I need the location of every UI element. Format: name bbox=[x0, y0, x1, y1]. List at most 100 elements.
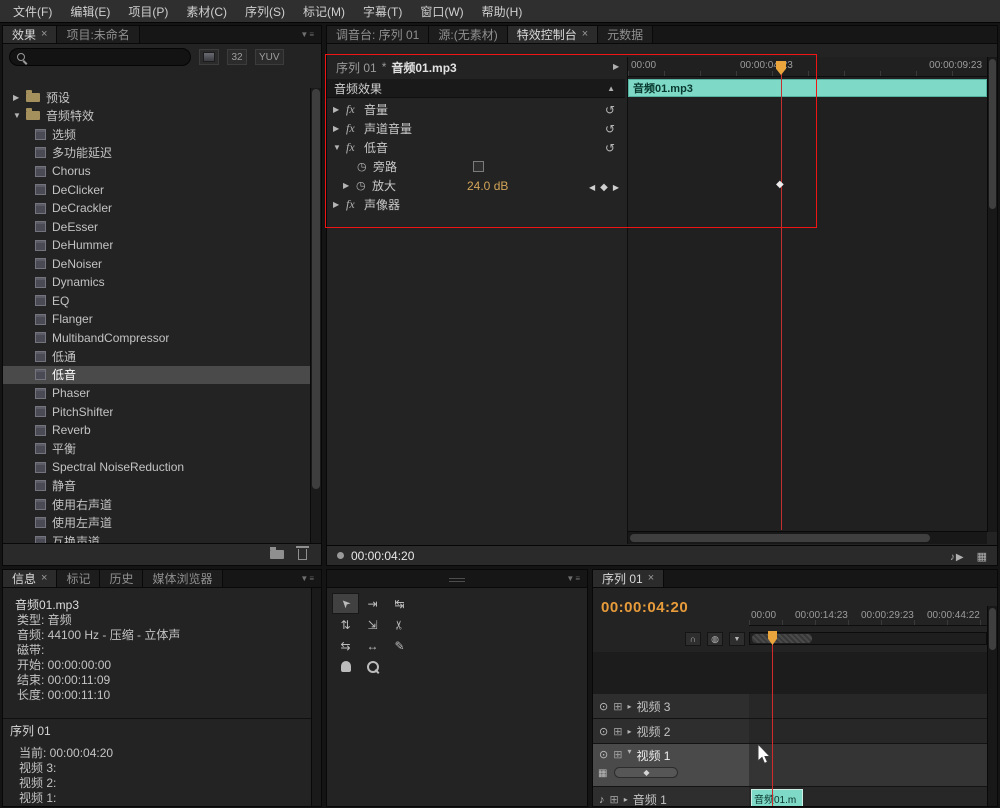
timeline-ruler[interactable]: 00:00 00:00:14:23 00:00:29:23 00:00:44:2… bbox=[749, 606, 987, 626]
effects-tree-item[interactable]: DeCrackler bbox=[3, 199, 310, 218]
scrollbar-thumb[interactable] bbox=[312, 89, 320, 489]
ripple-edit-tool[interactable] bbox=[386, 593, 413, 614]
filter-32bit-button[interactable]: 32 bbox=[227, 49, 247, 65]
close-icon[interactable] bbox=[582, 29, 588, 40]
slip-tool[interactable] bbox=[332, 635, 359, 656]
disclosure-triangle-icon[interactable] bbox=[333, 105, 346, 114]
current-time[interactable]: 00:00:04:20 bbox=[351, 549, 414, 563]
tab-project[interactable]: 项目:未命名 bbox=[57, 26, 139, 43]
toggle-animation-icon[interactable] bbox=[356, 179, 372, 192]
horizontal-scrollbar[interactable] bbox=[628, 531, 987, 544]
work-area-segment[interactable] bbox=[752, 634, 812, 643]
effects-tree-item[interactable]: 音频特效 bbox=[3, 107, 310, 126]
menu-item[interactable]: 编辑(E) bbox=[61, 0, 119, 23]
work-area-bar[interactable] bbox=[749, 632, 987, 645]
tab-effect-controls[interactable]: 特效控制台 bbox=[508, 26, 598, 43]
sync-lock-icon[interactable] bbox=[613, 747, 622, 761]
audio-clip[interactable]: 音频01.m bbox=[751, 789, 803, 806]
pen-tool[interactable] bbox=[386, 635, 413, 656]
tab-info[interactable]: 信息 bbox=[3, 570, 57, 587]
fx-icon[interactable]: fx bbox=[346, 140, 364, 155]
tab-media-browser[interactable]: 媒体浏览器 bbox=[143, 570, 222, 587]
disclosure-triangle-icon[interactable] bbox=[627, 727, 631, 736]
tab-markers[interactable]: 标记 bbox=[57, 570, 100, 587]
reset-icon[interactable] bbox=[605, 103, 615, 117]
delete-icon[interactable] bbox=[298, 549, 307, 560]
effects-tree-item[interactable]: 低音 bbox=[3, 366, 310, 385]
razor-tool[interactable] bbox=[386, 614, 413, 635]
zoom-tool[interactable] bbox=[359, 656, 386, 677]
fx-icon[interactable]: fx bbox=[346, 121, 364, 136]
disclosure-triangle-icon[interactable] bbox=[333, 200, 346, 209]
param-value[interactable]: 24.0 dB bbox=[467, 179, 508, 193]
effects-tree-item[interactable]: EQ bbox=[3, 292, 310, 311]
effects-tree-item[interactable]: 多功能延迟 bbox=[3, 144, 310, 163]
menu-item[interactable]: 标记(M) bbox=[294, 0, 354, 23]
track-header[interactable]: 视频 1 bbox=[593, 744, 749, 787]
vertical-scrollbar[interactable] bbox=[987, 57, 997, 532]
tab-metadata[interactable]: 元数据 bbox=[598, 26, 653, 43]
menu-item[interactable]: 字幕(T) bbox=[354, 0, 411, 23]
param-row-bypass[interactable]: 旁路 bbox=[327, 157, 625, 176]
effects-search-box[interactable] bbox=[9, 48, 191, 66]
effects-tree-item[interactable]: 静音 bbox=[3, 477, 310, 496]
effects-tree-item[interactable]: Chorus bbox=[3, 162, 310, 181]
effects-tree-scrollbar[interactable] bbox=[310, 88, 321, 543]
disclosure-triangle-icon[interactable] bbox=[333, 143, 346, 152]
accelerated-effects-filter-button[interactable] bbox=[199, 49, 219, 65]
panel-menu-icon[interactable] bbox=[294, 30, 321, 39]
close-icon[interactable] bbox=[648, 573, 654, 584]
menu-item[interactable]: 窗口(W) bbox=[411, 0, 472, 23]
keyframe-slider[interactable] bbox=[614, 767, 678, 778]
scrollbar-thumb[interactable] bbox=[630, 534, 930, 542]
track-header[interactable]: 视频 3 bbox=[593, 694, 749, 719]
effects-tree-item[interactable]: DeClicker bbox=[3, 181, 310, 200]
set-marker-icon[interactable] bbox=[729, 632, 745, 646]
disclosure-triangle-icon[interactable] bbox=[343, 181, 356, 190]
effects-tree-item[interactable]: 低通 bbox=[3, 347, 310, 366]
menu-item[interactable]: 文件(F) bbox=[4, 0, 61, 23]
rate-stretch-tool[interactable] bbox=[359, 614, 386, 635]
effects-tree-item[interactable]: Spectral NoiseReduction bbox=[3, 458, 310, 477]
reset-icon[interactable] bbox=[605, 122, 615, 136]
effect-row-panner[interactable]: fx 声像器 bbox=[327, 195, 625, 214]
disclosure-triangle-icon[interactable] bbox=[627, 702, 631, 711]
track-content[interactable] bbox=[749, 719, 987, 744]
track-content[interactable] bbox=[749, 694, 987, 719]
effects-tree-item[interactable]: 互换声道 bbox=[3, 532, 310, 543]
bypass-checkbox[interactable] bbox=[473, 161, 484, 172]
tab-audio-mixer[interactable]: 调音台: 序列 01 bbox=[327, 26, 429, 43]
eye-icon[interactable] bbox=[599, 724, 608, 738]
reset-icon[interactable] bbox=[605, 141, 615, 155]
effects-tree-item[interactable]: PitchShifter bbox=[3, 403, 310, 422]
play-audio-icon[interactable] bbox=[950, 549, 965, 563]
effects-tree-item[interactable]: 平衡 bbox=[3, 440, 310, 459]
tab-sequence-01[interactable]: 序列 01 bbox=[593, 570, 664, 587]
effects-tree-item[interactable]: MultibandCompressor bbox=[3, 329, 310, 348]
menu-item[interactable]: 序列(S) bbox=[236, 0, 294, 23]
sync-lock-icon[interactable] bbox=[610, 792, 619, 806]
show-timeline-view-icon[interactable] bbox=[613, 62, 619, 71]
speaker-icon[interactable] bbox=[599, 792, 605, 806]
toggle-audio-loop-icon[interactable] bbox=[977, 549, 987, 563]
add-keyframe-icon[interactable] bbox=[600, 179, 608, 193]
panel-menu-icon[interactable] bbox=[560, 574, 587, 583]
scrollbar-thumb[interactable] bbox=[989, 608, 996, 650]
effects-tree-item[interactable]: DeHummer bbox=[3, 236, 310, 255]
effects-tree-item[interactable]: Reverb bbox=[3, 421, 310, 440]
encore-chapter-marker-icon[interactable] bbox=[707, 632, 723, 646]
effect-row-channel-volume[interactable]: fx 声道音量 bbox=[327, 119, 625, 138]
track-header[interactable]: 视频 2 bbox=[593, 719, 749, 744]
sync-lock-icon[interactable] bbox=[613, 699, 622, 713]
eye-icon[interactable] bbox=[599, 747, 608, 761]
slide-tool[interactable] bbox=[359, 635, 386, 656]
timeline-timecode[interactable]: 00:00:04:20 bbox=[601, 599, 688, 616]
sync-lock-icon[interactable] bbox=[613, 724, 622, 738]
fx-icon[interactable]: fx bbox=[346, 102, 364, 117]
rolling-edit-tool[interactable] bbox=[332, 614, 359, 635]
disclosure-triangle-icon[interactable] bbox=[333, 124, 346, 133]
track-header[interactable]: 音频 1 bbox=[593, 787, 749, 806]
filter-yuv-button[interactable]: YUV bbox=[255, 49, 284, 65]
next-keyframe-icon[interactable] bbox=[613, 179, 619, 193]
menu-item[interactable]: 项目(P) bbox=[119, 0, 177, 23]
